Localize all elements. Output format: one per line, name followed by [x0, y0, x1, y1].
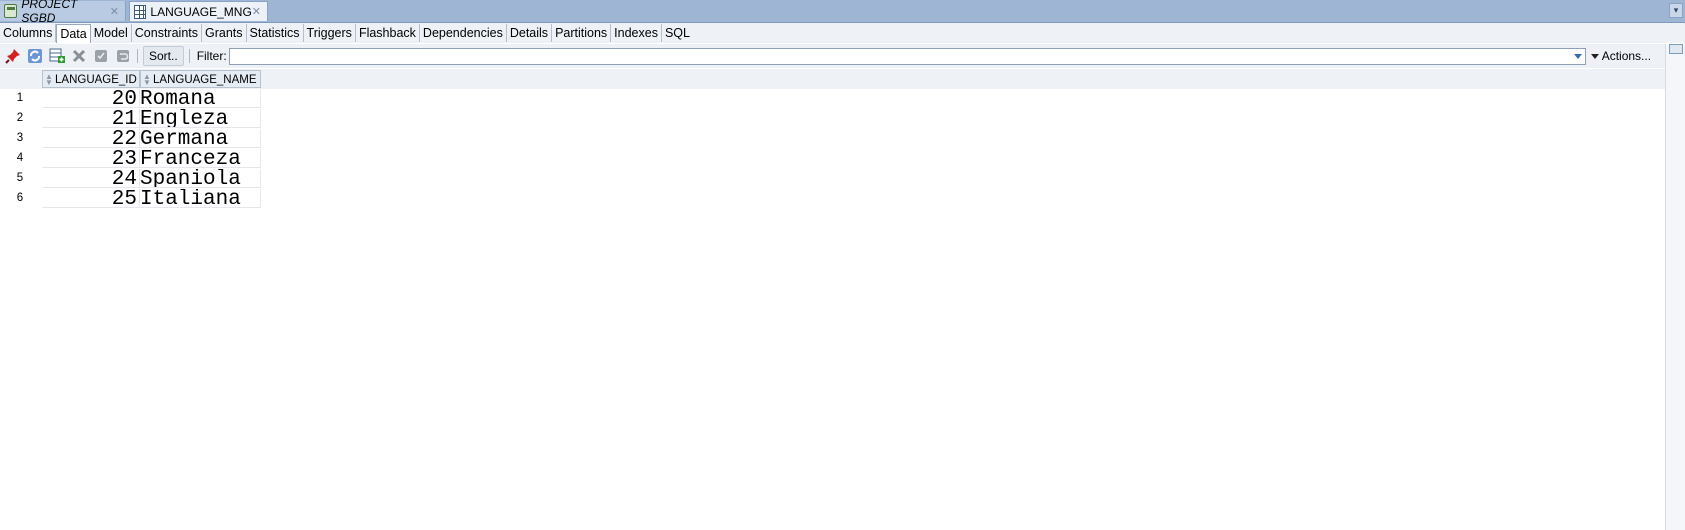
row-number: 2	[16, 112, 24, 124]
column-header-language-name[interactable]: ▲ ▼ LANGUAGE_NAME	[140, 70, 261, 88]
cell-language-name[interactable]: Romana	[140, 89, 261, 108]
grid-header-row: ▲ ▼ LANGUAGE_ID ▲ ▼ LANGUAGE_NAME	[0, 69, 1666, 89]
delete-row-icon[interactable]	[70, 47, 88, 65]
doc-tab-language-mng[interactable]: LANGUAGE_MNG ✕	[129, 1, 268, 21]
row-number: 5	[16, 172, 24, 184]
filter-input[interactable]	[228, 47, 1586, 65]
column-header-label: LANGUAGE_ID	[55, 74, 137, 86]
tab-constraints[interactable]: Constraints	[132, 24, 203, 42]
object-tabs: Columns Data Model Constraints Grants St…	[0, 23, 1685, 43]
doc-tab-label: PROJECT SGBD	[21, 0, 78, 25]
doc-tab-project-sgbd[interactable]: PROJECT SGBD ✕	[0, 0, 126, 25]
column-header-language-id[interactable]: ▲ ▼ LANGUAGE_ID	[42, 70, 140, 88]
cell-language-name[interactable]: Franceza	[140, 149, 261, 168]
column-header-label: LANGUAGE_NAME	[153, 74, 257, 86]
cell-language-id[interactable]: 25	[42, 189, 140, 208]
document-tab-bar: PROJECT SGBD ✕ LANGUAGE_MNG ✕ ▾	[0, 0, 1685, 25]
cell-language-id[interactable]: 20	[42, 89, 140, 108]
tab-grants[interactable]: Grants	[202, 24, 247, 42]
refresh-icon[interactable]	[26, 47, 44, 65]
toolbar-separator	[188, 49, 190, 63]
row-number: 4	[16, 152, 24, 164]
filter-label: Filter:	[196, 49, 227, 63]
tab-flashback[interactable]: Flashback	[356, 24, 420, 42]
tab-statistics[interactable]: Statistics	[247, 24, 304, 42]
doc-tab-label: LANGUAGE_MNG	[150, 4, 252, 19]
tab-sql[interactable]: SQL	[662, 24, 693, 42]
commit-icon[interactable]	[92, 47, 110, 65]
cell-language-name[interactable]: Spaniola	[140, 169, 261, 188]
row-number: 3	[16, 132, 24, 144]
close-icon[interactable]: ✕	[110, 5, 119, 18]
cell-language-name[interactable]: Germana	[140, 129, 261, 148]
row-number: 6	[16, 192, 24, 204]
cell-language-id[interactable]: 22	[42, 129, 140, 148]
cell-language-id[interactable]: 21	[42, 109, 140, 128]
scrollbar-handle[interactable]	[1669, 44, 1683, 54]
tab-columns[interactable]: Columns	[0, 24, 57, 42]
close-icon[interactable]: ✕	[252, 5, 261, 18]
tab-data[interactable]: Data	[56, 23, 91, 43]
table-grid-icon	[134, 4, 147, 19]
insert-row-icon[interactable]	[48, 47, 66, 65]
tab-model[interactable]: Model	[91, 24, 132, 42]
sort-arrows-icon: ▲ ▼	[45, 72, 53, 87]
tab-indexes[interactable]: Indexes	[611, 24, 662, 42]
sort-button[interactable]: Sort..	[143, 46, 184, 66]
data-grid: ▲ ▼ LANGUAGE_ID ▲ ▼ LANGUAGE_NAME 1 20 Rom…	[0, 69, 1666, 530]
cell-language-name[interactable]: Engleza	[140, 109, 261, 128]
tab-list-dropdown-icon[interactable]: ▾	[1669, 3, 1683, 18]
filter-history-dropdown-icon[interactable]	[1573, 53, 1582, 59]
tab-triggers[interactable]: Triggers	[304, 24, 356, 42]
tab-details[interactable]: Details	[507, 24, 553, 42]
cell-language-id[interactable]: 23	[42, 149, 140, 168]
tab-dependencies[interactable]: Dependencies	[420, 24, 507, 42]
toolbar-separator	[137, 49, 138, 63]
actions-label: Actions...	[1601, 49, 1652, 63]
vertical-scrollbar[interactable]	[1665, 44, 1685, 530]
sort-arrows-icon: ▲ ▼	[143, 72, 151, 87]
rollback-icon[interactable]	[114, 47, 132, 65]
data-toolbar: Sort.. Filter: Actions...	[0, 44, 1685, 68]
cell-language-name[interactable]: Italiana	[140, 189, 261, 208]
database-connection-icon	[4, 4, 18, 18]
chevron-down-icon	[1590, 53, 1599, 59]
tab-partitions[interactable]: Partitions	[552, 24, 612, 42]
cell-language-id[interactable]: 24	[42, 169, 140, 188]
freeze-pin-icon[interactable]	[4, 47, 22, 65]
row-number: 1	[16, 92, 24, 104]
actions-button[interactable]: Actions...	[1590, 49, 1652, 63]
